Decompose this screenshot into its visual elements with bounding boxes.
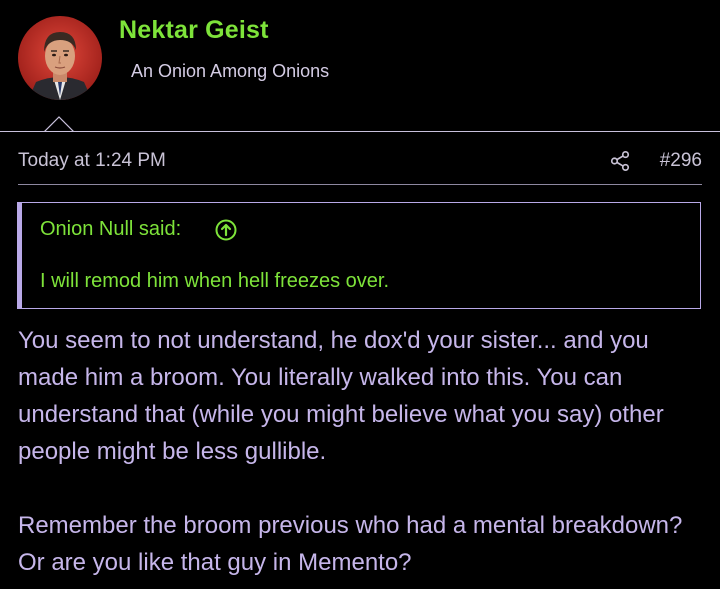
post-timestamp[interactable]: Today at 1:24 PM: [18, 150, 166, 172]
header-pointer-icon: [44, 116, 74, 132]
user-avatar[interactable]: [18, 16, 102, 100]
quote-text: I will remod him when hell freezes over.: [40, 270, 390, 292]
header-divider: [0, 131, 720, 132]
meta-divider: [18, 184, 702, 185]
avatar-portrait-icon: [18, 16, 102, 100]
post-paragraph: Remember the broom previous who had a me…: [18, 512, 683, 576]
post-number-link[interactable]: #296: [660, 150, 702, 172]
username[interactable]: Nektar Geist: [119, 16, 269, 45]
user-title: An Onion Among Onions: [131, 61, 330, 81]
share-icon[interactable]: [609, 150, 631, 172]
post-body: You seem to not understand, he dox'd you…: [18, 322, 708, 581]
forum-post: Nektar Geist An Onion Among Onions Today…: [0, 0, 720, 589]
quote-author[interactable]: Onion Null said:: [40, 218, 181, 241]
quote-block: Onion Null said: I will remod him when h…: [17, 202, 701, 309]
post-paragraph: You seem to not understand, he dox'd you…: [18, 327, 664, 465]
arrow-up-circle-icon[interactable]: [214, 218, 238, 242]
